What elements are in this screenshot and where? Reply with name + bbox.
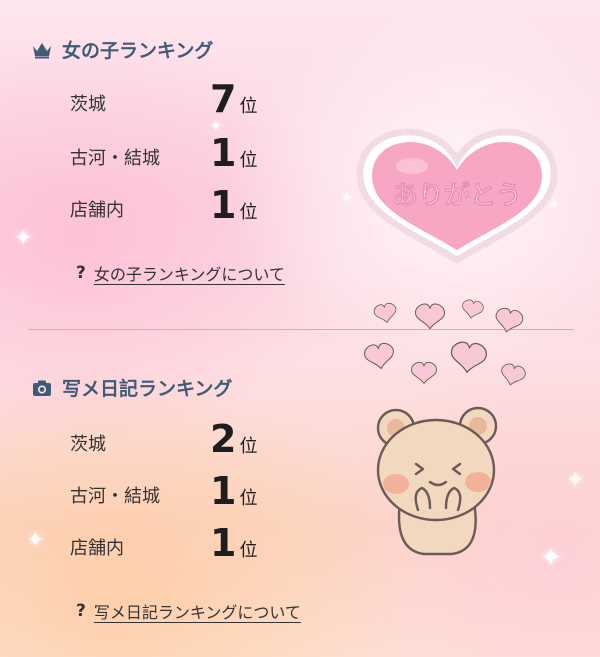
crown-icon [33, 42, 51, 58]
girls-ranking-about-link[interactable]: ? 女の子ランキングについて [76, 261, 285, 285]
rank-value: 1位 [210, 134, 257, 172]
diary-ranking-title-text: 写メ日記ランキング [62, 378, 233, 400]
about-link-text[interactable]: 女の子ランキングについて [94, 261, 285, 285]
rank-value: 1位 [210, 472, 257, 510]
rank-suffix: 位 [239, 488, 258, 509]
girls-rank-row-store: 店舗内 1位 [70, 186, 290, 228]
rank-number: 1 [210, 521, 237, 565]
diary-rank-row-ibaraki: 茨城 2位 [70, 420, 290, 462]
rank-suffix: 位 [239, 436, 258, 457]
girls-rank-row-koga-yuki: 古河・結城 1位 [70, 134, 290, 176]
area-name: 店舗内 [70, 538, 124, 559]
camera-icon [33, 380, 51, 396]
girls-rank-row-ibaraki: 茨城 7位 [70, 80, 290, 122]
rank-number: 2 [210, 417, 237, 461]
diary-ranking-about-link[interactable]: ? 写メ日記ランキングについて [76, 599, 301, 623]
rank-value: 1位 [210, 524, 257, 562]
diary-rank-row-koga-yuki: 古河・結城 1位 [70, 472, 290, 514]
girls-ranking-title-text: 女の子ランキング [62, 40, 214, 62]
area-name: 古河・結城 [70, 148, 160, 169]
bear-illustration-icon [376, 406, 498, 556]
floating-hearts-icon [362, 298, 528, 389]
area-name: 茨城 [70, 434, 106, 455]
diary-rank-row-store: 店舗内 1位 [70, 524, 290, 566]
thank-you-heart-icon: ありがとう [356, 128, 558, 265]
sparkle-icon: ✦ [26, 528, 45, 553]
girls-ranking-title: 女の子ランキング [32, 36, 213, 63]
area-name: 古河・結城 [70, 486, 160, 507]
rank-number: 1 [210, 131, 237, 175]
area-name: 茨城 [70, 94, 106, 115]
rank-suffix: 位 [239, 150, 258, 171]
rank-value: 7位 [210, 80, 257, 118]
area-name: 店舗内 [70, 200, 124, 221]
rank-suffix: 位 [239, 202, 258, 223]
heart-text: ありがとう [392, 180, 522, 211]
rank-suffix: 位 [239, 540, 258, 561]
rank-value: 1位 [210, 186, 257, 224]
question-icon: ? [76, 263, 86, 283]
about-link-text[interactable]: 写メ日記ランキングについて [94, 599, 301, 623]
sparkle-icon: ✦ [540, 543, 562, 573]
sparkle-icon: ✦ [566, 468, 585, 493]
rank-value: 2位 [210, 420, 257, 458]
diary-ranking-title: 写メ日記ランキング [32, 374, 232, 401]
rank-number: 1 [210, 183, 237, 227]
rank-number: 7 [210, 77, 237, 121]
rank-number: 1 [210, 469, 237, 513]
sparkle-icon: ✦ [14, 226, 33, 251]
rank-suffix: 位 [239, 96, 258, 117]
question-icon: ? [76, 601, 86, 621]
